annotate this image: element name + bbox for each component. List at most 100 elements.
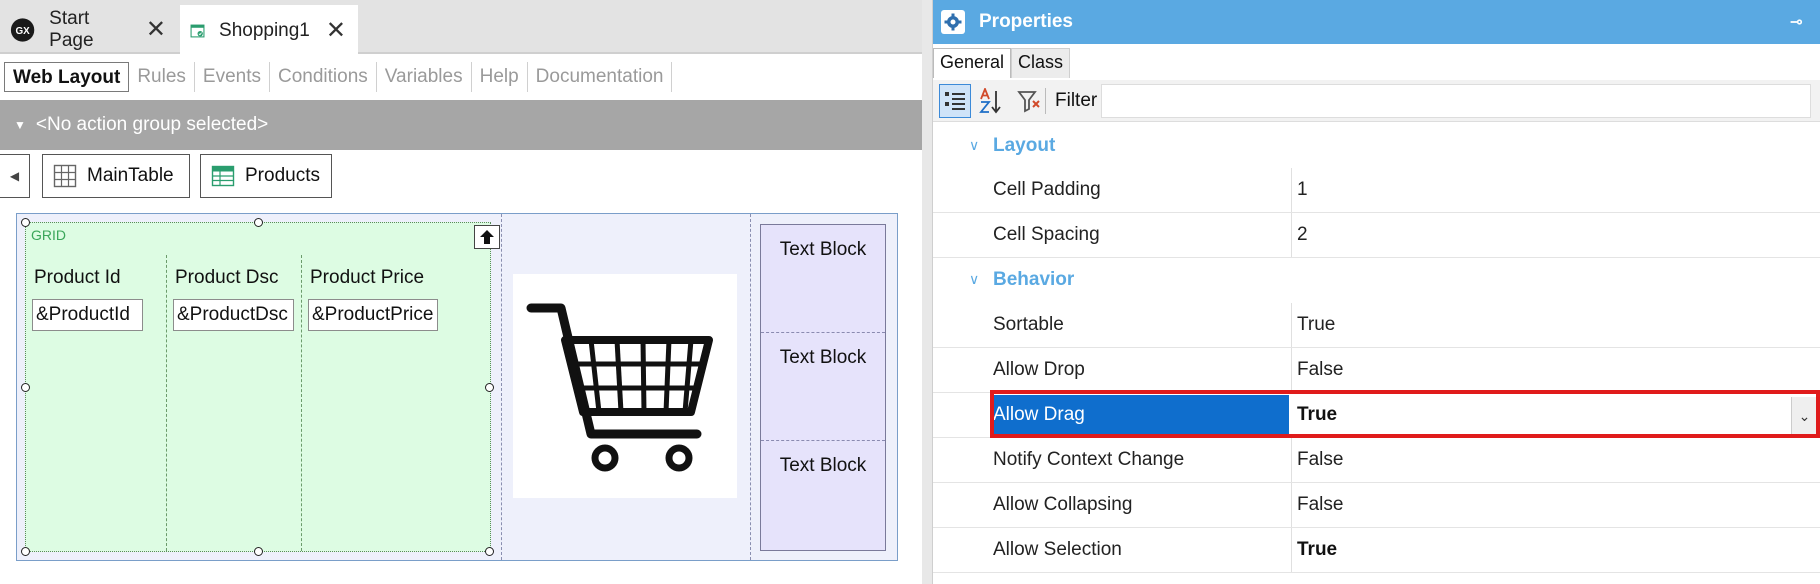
column-header: Product Price	[310, 267, 425, 288]
property-value[interactable]: True	[1297, 528, 1337, 572]
breadcrumb: ◀ MainTable Products	[0, 150, 922, 200]
property-row-notify-context-change[interactable]: Notify Context Change False	[933, 438, 1820, 483]
property-name: Cell Spacing	[993, 224, 1100, 245]
properties-toolbar: Filter	[933, 80, 1820, 122]
properties-title-bar: Properties ⊸	[933, 0, 1820, 44]
column-divider	[1291, 348, 1292, 392]
column-divider	[1291, 168, 1292, 212]
column-divider	[1291, 528, 1292, 572]
categorized-view-button[interactable]	[939, 84, 971, 118]
product-price-field[interactable]: &ProductPrice	[308, 299, 438, 331]
property-value[interactable]: False	[1297, 483, 1343, 527]
cart-image[interactable]	[513, 274, 737, 498]
filter-input[interactable]	[1101, 84, 1811, 118]
action-group-label: <No action group selected>	[35, 114, 269, 135]
category-label: Behavior	[993, 269, 1075, 290]
product-dsc-field[interactable]: &ProductDsc	[173, 299, 294, 331]
grid-type-label: GRID	[31, 227, 66, 243]
pane-splitter[interactable]	[922, 0, 932, 584]
table-icon	[53, 164, 77, 188]
tab-conditions[interactable]: Conditions	[270, 62, 377, 92]
property-value[interactable]: False	[1297, 438, 1343, 482]
dropdown-chevron-icon[interactable]: ⌄	[1791, 397, 1817, 435]
select-parent-button[interactable]	[474, 225, 500, 249]
sort-az-icon	[979, 88, 1001, 114]
product-id-field[interactable]: &ProductId	[32, 299, 143, 331]
resize-handle[interactable]	[485, 383, 494, 392]
tab-general[interactable]: General	[933, 48, 1012, 78]
column-divider	[1291, 213, 1292, 257]
tab-events[interactable]: Events	[195, 62, 270, 92]
tab-class[interactable]: Class	[1011, 48, 1071, 78]
property-value[interactable]: True	[1297, 393, 1337, 437]
resize-handle[interactable]	[254, 547, 263, 556]
property-value[interactable]: 2	[1297, 213, 1308, 257]
caret-down-icon[interactable]: ▼	[14, 118, 26, 132]
tab-web-layout[interactable]: Web Layout	[4, 62, 130, 92]
breadcrumb-label: Products	[245, 165, 320, 186]
products-grid[interactable]: GRID Product Id &ProductId Product Dsc &…	[21, 218, 500, 556]
property-row-sortable[interactable]: Sortable True	[933, 303, 1820, 348]
breadcrumb-label: MainTable	[87, 165, 174, 186]
layout-editor-pane: GX Start Page ✕ Shopping1 ✕ Web Layout R…	[0, 0, 922, 584]
chevron-left-icon[interactable]: ◀	[0, 154, 30, 198]
tab-documentation[interactable]: Documentation	[528, 62, 673, 92]
tab-start-page[interactable]: GX Start Page ✕	[0, 5, 178, 54]
column-divider	[1291, 303, 1292, 347]
text-block[interactable]: Text Block	[761, 333, 885, 441]
grid-column-product-dsc[interactable]: Product Dsc &ProductDsc	[167, 255, 302, 551]
properties-panel: Properties ⊸ General Class Filter ∨ Layo…	[932, 0, 1820, 584]
property-name: Allow Drop	[993, 359, 1085, 380]
resize-handle[interactable]	[21, 383, 30, 392]
shopping-cart-icon	[526, 303, 713, 472]
resize-handle[interactable]	[254, 218, 263, 227]
property-value[interactable]: 1	[1297, 168, 1308, 212]
resize-handle[interactable]	[21, 547, 30, 556]
filter-button[interactable]	[1013, 84, 1045, 118]
resize-handle[interactable]	[21, 218, 30, 227]
property-row-allow-selection[interactable]: Allow Selection True	[933, 528, 1820, 573]
category-behavior[interactable]: ∨ Behavior	[933, 258, 1820, 303]
property-row-allow-drop[interactable]: Allow Drop False	[933, 348, 1820, 393]
tab-label: Shopping1	[219, 20, 310, 41]
tab-variables[interactable]: Variables	[377, 62, 472, 92]
grid-icon	[211, 165, 235, 187]
grid-column-product-id[interactable]: Product Id &ProductId	[26, 255, 167, 551]
close-icon[interactable]: ✕	[146, 17, 166, 42]
webpanel-icon	[190, 24, 205, 38]
property-value[interactable]: True	[1297, 303, 1335, 347]
filter-label: Filter	[1055, 90, 1098, 111]
text-block[interactable]: Text Block	[761, 225, 885, 333]
alphabetical-sort-button[interactable]	[975, 84, 1007, 118]
tab-shopping1[interactable]: Shopping1 ✕	[180, 5, 358, 54]
property-value[interactable]: False	[1297, 348, 1343, 392]
tab-rules[interactable]: Rules	[129, 62, 195, 92]
resize-handle[interactable]	[485, 547, 494, 556]
chevron-down-icon[interactable]: ∨	[969, 124, 979, 166]
chevron-down-icon[interactable]: ∨	[969, 258, 979, 300]
property-name: Allow Selection	[993, 539, 1122, 560]
property-name: Cell Padding	[993, 179, 1101, 200]
property-row-allow-drag[interactable]: Allow Drag True ⌄	[933, 393, 1820, 438]
column-divider	[1291, 483, 1292, 527]
category-layout[interactable]: ∨ Layout	[933, 124, 1820, 169]
breadcrumb-products[interactable]: Products	[200, 154, 332, 198]
panel-title: Properties	[979, 11, 1073, 32]
property-row-cell-spacing[interactable]: Cell Spacing 2	[933, 213, 1820, 258]
part-tab-bar: Web Layout Rules Events Conditions Varia…	[0, 56, 922, 98]
breadcrumb-main-table[interactable]: MainTable	[42, 154, 190, 198]
document-tab-bar: GX Start Page ✕ Shopping1 ✕	[0, 0, 922, 54]
action-group-bar[interactable]: ▼ <No action group selected>	[0, 100, 922, 150]
text-block[interactable]: Text Block	[761, 441, 885, 549]
property-name: Notify Context Change	[993, 449, 1185, 470]
arrow-up-icon	[480, 230, 494, 244]
property-name: Sortable	[993, 314, 1064, 335]
property-row-cell-padding[interactable]: Cell Padding 1	[933, 168, 1820, 213]
pin-icon[interactable]: ⊸	[1790, 12, 1803, 32]
design-canvas[interactable]: GRID Product Id &ProductId Product Dsc &…	[16, 213, 898, 561]
grid-column-product-price[interactable]: Product Price &ProductPrice	[302, 255, 490, 551]
tab-help[interactable]: Help	[472, 62, 528, 92]
property-row-allow-collapsing[interactable]: Allow Collapsing False	[933, 483, 1820, 528]
cell-divider	[501, 214, 502, 560]
close-icon[interactable]: ✕	[326, 19, 346, 43]
